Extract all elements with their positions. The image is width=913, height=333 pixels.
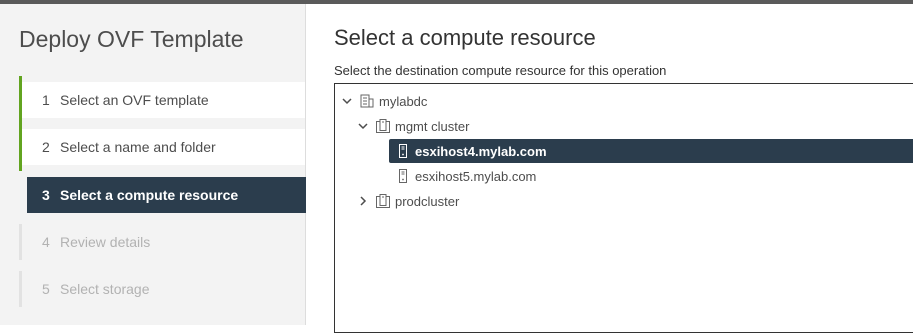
step-number: 4	[42, 234, 50, 250]
chevron-down-icon[interactable]	[357, 120, 369, 132]
host-icon	[395, 168, 411, 184]
tree-node-cluster-mgmt[interactable]: mgmt cluster	[357, 114, 469, 138]
wizard-step-2[interactable]: 2 Select a name and folder	[19, 129, 305, 165]
wizard-step-4[interactable]: 4 Review details	[19, 224, 305, 260]
tree-node-datacenter[interactable]: mylabdc	[341, 89, 427, 113]
datacenter-icon	[359, 93, 375, 109]
tree-node-label: esxihost4.mylab.com	[415, 143, 547, 159]
host-icon	[395, 143, 411, 159]
main-content: Select a compute resource Select the des…	[306, 4, 913, 333]
tree-node-host-selected[interactable]: esxihost4.mylab.com	[389, 139, 913, 163]
page-title: Select a compute resource	[334, 25, 596, 50]
chevron-right-icon[interactable]	[357, 195, 369, 207]
step-number: 5	[42, 281, 50, 297]
chevron-down-icon[interactable]	[341, 95, 353, 107]
wizard-title: Deploy OVF Template	[19, 26, 244, 52]
step-label: Select an OVF template	[60, 92, 209, 108]
step-number: 2	[42, 139, 50, 155]
tree-node-label: prodcluster	[395, 193, 460, 209]
wizard-sidebar: Deploy OVF Template 1 Select an OVF temp…	[0, 4, 306, 325]
compute-resource-tree[interactable]: mylabdc mgmt cluster esxihost4.mylab.com…	[334, 83, 913, 333]
tree-node-label: mylabdc	[379, 93, 428, 109]
step-label: Select a name and folder	[60, 139, 216, 155]
step-number: 3	[42, 187, 50, 203]
wizard-step-5[interactable]: 5 Select storage	[19, 271, 305, 307]
cluster-icon	[375, 118, 391, 134]
wizard-step-3[interactable]: 3 Select a compute resource	[27, 177, 306, 213]
step-label: Review details	[60, 234, 151, 250]
step-label: Select storage	[60, 281, 150, 297]
tree-node-host[interactable]: esxihost5.mylab.com	[395, 164, 536, 188]
step-number: 1	[42, 92, 50, 108]
cluster-icon	[375, 193, 391, 209]
step-label: Select a compute resource	[60, 187, 239, 203]
tree-node-cluster-prod[interactable]: prodcluster	[357, 189, 459, 213]
wizard-step-1[interactable]: 1 Select an OVF template	[19, 82, 305, 118]
page-subtitle: Select the destination compute resource …	[334, 63, 667, 78]
tree-node-label: esxihost5.mylab.com	[415, 168, 537, 184]
tree-node-label: mgmt cluster	[395, 118, 470, 134]
